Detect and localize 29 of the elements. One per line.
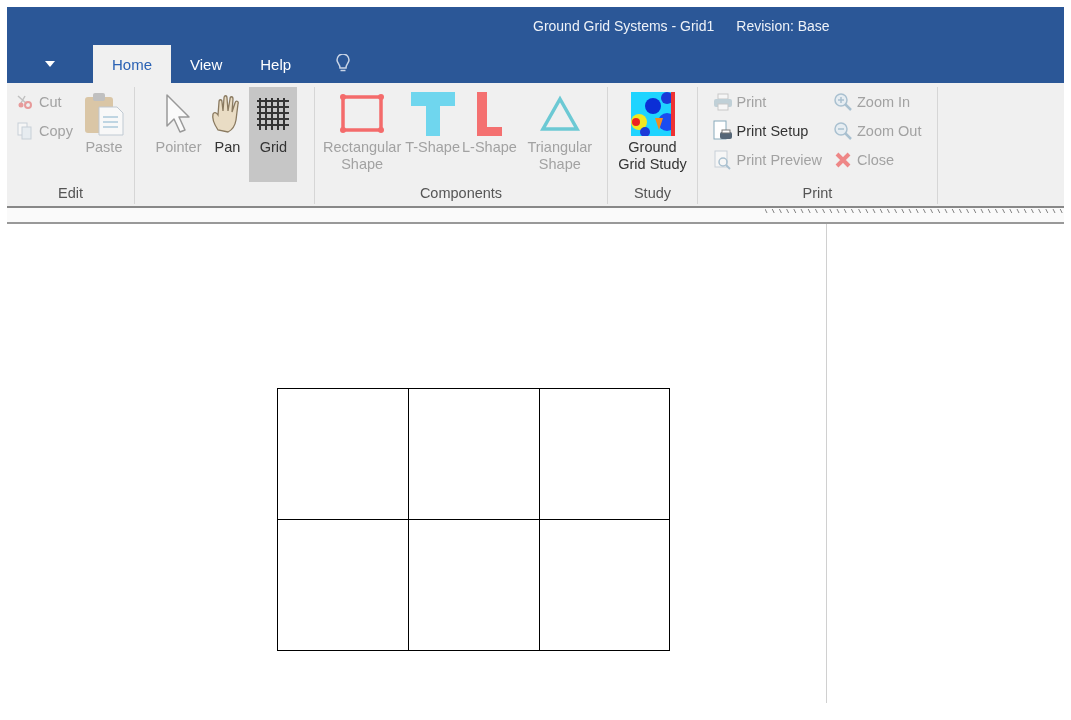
revision-label: Revision: Base xyxy=(736,18,830,34)
scissors-icon xyxy=(16,93,35,110)
ribbon-button[interactable]: Print Setup xyxy=(709,116,826,145)
caret-icon[interactable] xyxy=(45,61,55,67)
ribbon-button[interactable]: Pan xyxy=(205,87,250,182)
t-shape-icon xyxy=(409,91,456,137)
l-shape-icon xyxy=(474,91,505,137)
heatmap-icon xyxy=(630,92,675,136)
preview-icon xyxy=(713,149,732,170)
ribbon-tab[interactable]: View xyxy=(171,45,242,83)
zoom-out-icon xyxy=(832,120,853,141)
zoom-in-icon xyxy=(832,91,853,112)
lightbulb-icon[interactable] xyxy=(336,54,351,74)
ribbon-tab[interactable]: Home xyxy=(93,45,171,83)
printer-icon xyxy=(712,92,733,111)
ribbon-button[interactable]: Ground Grid Study xyxy=(613,87,692,182)
group-label: Edit xyxy=(58,184,83,203)
triangle-icon xyxy=(539,94,580,134)
ribbon-button[interactable]: Grid xyxy=(249,87,298,182)
copy-icon xyxy=(16,121,35,140)
group-label: Study xyxy=(633,184,672,203)
window-title: Ground Grid Systems - Grid1 xyxy=(533,18,715,34)
group-label: Print xyxy=(802,184,833,203)
page-printer-icon xyxy=(712,119,733,142)
clipboard-icon xyxy=(82,91,125,137)
group-label: Components xyxy=(419,184,503,203)
ribbon-tab[interactable]: Help xyxy=(241,45,311,83)
rectangle-icon xyxy=(339,92,386,136)
close-icon xyxy=(833,150,852,169)
